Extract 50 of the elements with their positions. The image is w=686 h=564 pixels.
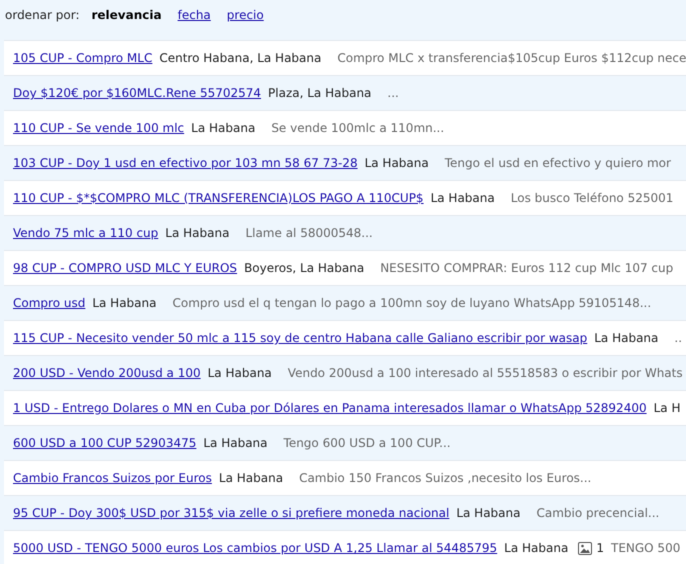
sort-label: ordenar por: [5,7,80,24]
listing-description: Tengo el usd en efectivo y quiero mor [444,155,671,172]
listing-description: Se vende 100mlc a 110mn... [271,120,444,137]
sort-option[interactable]: fecha [178,6,211,24]
listing-title-link[interactable]: 5000 USD - TENGO 5000 euros Los cambios por USD A 1,25 Llamar al 54485795 [13,539,498,557]
listing-description: Los busco Teléfono 525001 [510,190,674,207]
listing-location: Centro Habana, La Habana [159,50,322,67]
listing-description: ... [387,85,399,102]
listing-title-link[interactable]: 105 CUP - Compro MLC [13,49,152,67]
image-icon [578,542,592,554]
listing-title-link[interactable]: 98 CUP - COMPRO USD MLC Y EUROS [13,259,238,277]
listing-title-link[interactable]: Cambio Francos Suizos por Euros [13,469,212,487]
listing-description: Cambio 150 Francos Suizos ,necesito los Euros... [299,470,592,487]
listing-location: La H [654,400,680,417]
listing-description: Llame al 58000548... [245,225,373,242]
listing-title-link[interactable]: 115 CUP - Necesito vender 50 mlc a 115 soy de centro Habana calle Galiano escribir por wasap [13,329,588,347]
listing-title-link[interactable]: 110 CUP - $*$COMPRO MLC (TRANSFERENCIA)LOS PAGO A 110CUP$ [13,189,424,207]
listing-location: Plaza, La Habana [268,85,372,102]
listing-title-link[interactable]: Vendo 75 mlc a 110 cup [13,224,158,242]
listing-title-link[interactable]: 600 USD a 100 CUP 52903475 [13,434,196,452]
listing-description: Vendo 200usd a 100 interesado al 55518583 o escribir por Whats [288,365,683,382]
photo-count: 1 [596,540,604,557]
listing-description: .. [674,330,682,347]
listing-title-link[interactable]: Doy $120€ por $160MLC.Rene 55702574 [13,84,262,102]
listing-location: La Habana [165,225,230,242]
listing-description: TENGO 500 [610,540,680,557]
listing-description: Cambio precencial... [536,505,660,522]
listing-description: Tengo 600 USD a 100 CUP... [284,435,451,452]
listing-location: La Habana [430,190,495,207]
listing-location: La Habana [364,155,429,172]
listing-location: La Habana [203,435,268,452]
listing-location: La Habana [504,540,568,557]
listing-title-link[interactable]: 103 CUP - Doy 1 usd en efectivo por 103 mn 58 67 73-28 [13,154,358,172]
sort-option[interactable]: relevancia [92,6,162,24]
listing-title-link[interactable]: 110 CUP - Se vende 100 mlc [13,119,184,137]
listing-description: Compro MLC x transferencia$105cup Euros $112cup nece [337,50,686,67]
listing-title-link[interactable]: 95 CUP - Doy 300$ USD por 315$ via zelle o si prefiere moneda nacional [13,504,450,522]
listing-location: La Habana [218,470,284,487]
listing-location: La Habana [92,295,156,312]
listing-location: La Habana [456,505,520,522]
listing-description: Compro usd el q tengan lo pago a 100mn soy de luyano WhatsApp 59105148... [172,295,652,312]
listing-description: NESESITO COMPRAR: Euros 112 cup Mlc 107 cup [380,260,674,277]
listing-location: La Habana [594,330,658,347]
listing-location: Boyeros, La Habana [244,260,364,277]
listing-title-link[interactable]: 1 USD - Entrego Dolares o MN en Cuba por Dólares en Panama interesados llamar o WhatsApp 52892400 [13,399,647,417]
listing-location: La Habana [191,120,256,137]
listing-title-link[interactable]: 200 USD - Vendo 200usd a 100 [13,364,201,382]
listing-location: La Habana [208,365,272,382]
listing-title-link[interactable]: Compro usd [13,294,86,312]
sort-option[interactable]: precio [226,6,264,24]
